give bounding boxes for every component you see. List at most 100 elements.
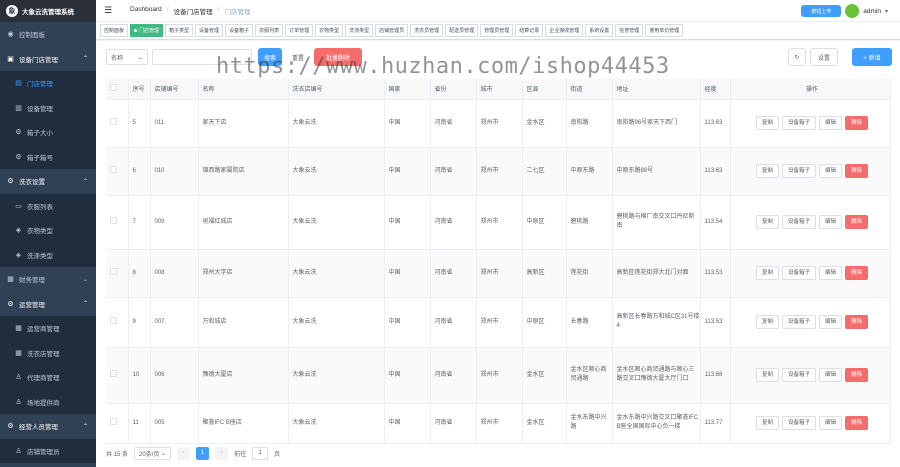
next-page-icon[interactable]: › xyxy=(215,446,229,460)
edit-button[interactable]: 编辑 xyxy=(819,315,843,329)
sidebar-item[interactable]: ▭ 衣服列表 xyxy=(0,193,96,218)
sidebar-item[interactable]: ▥ 设备管理 xyxy=(0,95,96,120)
delete-button[interactable]: 删除 xyxy=(845,315,869,329)
row-select-cell[interactable] xyxy=(106,99,129,148)
reset-button[interactable]: 重置 xyxy=(286,48,310,66)
sidebar-item[interactable]: ◉ 控制面板 xyxy=(0,22,96,47)
search-input[interactable] xyxy=(152,49,252,65)
edit-button[interactable]: 编辑 xyxy=(819,266,843,280)
tag[interactable]: 管理员管理 xyxy=(480,24,514,37)
row-select-cell[interactable] xyxy=(106,249,129,298)
tag[interactable]: 系统设置 xyxy=(585,24,614,37)
goto-page-input[interactable]: 1 xyxy=(252,446,269,460)
tag[interactable]: 结算记录 xyxy=(515,24,544,37)
delete-button[interactable]: 删除 xyxy=(845,368,869,382)
row-checkbox[interactable] xyxy=(110,117,117,125)
sidebar-item[interactable]: ▤ 门店管理 xyxy=(0,71,96,96)
refresh-icon[interactable]: ↻ xyxy=(788,48,806,66)
tag[interactable]: 企业接收管理 xyxy=(545,24,584,37)
sidebar-item[interactable]: ♙ 场地提供商 xyxy=(0,389,96,414)
page-number-current[interactable]: 1 xyxy=(196,446,210,460)
row-checkbox[interactable] xyxy=(110,369,117,377)
edit-button[interactable]: 编辑 xyxy=(819,368,843,382)
delete-button[interactable]: 删除 xyxy=(845,215,869,229)
copy-button[interactable]: 复制 xyxy=(755,416,779,430)
tag[interactable]: 配送员管理 xyxy=(445,24,479,37)
select-all-checkbox[interactable] xyxy=(110,84,117,92)
tag[interactable]: 设备管理 xyxy=(195,24,224,37)
sidebar-item[interactable]: ▦ 洗衣店管理 xyxy=(0,340,96,365)
sidebar-item[interactable]: ♙ 店铺管理员 xyxy=(0,438,96,463)
tag[interactable]: 洗衣员管理 xyxy=(410,24,444,37)
sidebar-item[interactable]: ⚙ 洗衣设置 ⌃ xyxy=(0,169,96,194)
copy-button[interactable]: 复制 xyxy=(755,164,779,178)
batch-delete-button[interactable]: 批量删除 xyxy=(314,48,362,66)
row-select-cell[interactable] xyxy=(106,147,129,196)
edit-button[interactable]: 编辑 xyxy=(819,416,843,430)
sidebar-item[interactable]: ♙ 代理商管理 xyxy=(0,365,96,390)
sidebar-item[interactable]: ◈ 洗涤类型 xyxy=(0,242,96,267)
sidebar-item[interactable]: ◈ 衣物类型 xyxy=(0,218,96,243)
sidebar-item[interactable]: ▦ 运营商管理 xyxy=(0,316,96,341)
tag[interactable]: 店铺管理员 xyxy=(375,24,409,37)
device-box-button[interactable]: 设备箱子 xyxy=(781,315,816,329)
row-checkbox[interactable] xyxy=(110,316,117,324)
upload-badge[interactable]: 按钮上传 xyxy=(801,5,842,17)
tag-active[interactable]: 门店管理 xyxy=(130,24,164,37)
tag[interactable]: 订单管理 xyxy=(285,24,314,37)
device-box-button[interactable]: 设备箱子 xyxy=(781,215,816,229)
tag[interactable]: 箱子类型 xyxy=(165,24,194,37)
sidebar-item[interactable]: ▣ 设备门店管理 ⌃ xyxy=(0,47,96,72)
device-box-button[interactable]: 设备箱子 xyxy=(781,116,816,130)
delete-button[interactable]: 删除 xyxy=(845,266,869,280)
row-select-cell[interactable] xyxy=(106,195,129,250)
tag[interactable]: 设备箱子 xyxy=(225,24,254,37)
row-select-cell[interactable] xyxy=(106,297,129,348)
copy-button[interactable]: 复制 xyxy=(755,215,779,229)
hamburger-icon[interactable]: ☰ xyxy=(104,5,118,16)
settings-button[interactable]: 设置 xyxy=(810,48,838,66)
tag[interactable]: 信誉管理 xyxy=(615,24,644,37)
device-box-button[interactable]: 设备箱子 xyxy=(781,266,816,280)
sidebar-item[interactable]: ⚙ 经营人员管理 ⌃ xyxy=(0,414,96,439)
device-box-button[interactable]: 设备箱子 xyxy=(781,368,816,382)
search-field-select[interactable]: 名称 ⌄ xyxy=(106,49,148,65)
row-checkbox[interactable] xyxy=(110,417,117,425)
tag[interactable]: 控制面板 xyxy=(100,24,129,37)
row-select-cell[interactable] xyxy=(106,403,129,444)
sidebar-item[interactable]: ⚙ 箱子大小 xyxy=(0,120,96,145)
username[interactable]: admin xyxy=(863,8,881,15)
delete-button[interactable]: 删除 xyxy=(845,116,869,130)
avatar[interactable] xyxy=(845,4,860,18)
prev-page-icon[interactable]: ‹ xyxy=(177,446,191,460)
breadcrumb-item[interactable]: Dashboard xyxy=(130,6,162,16)
delete-button[interactable]: 删除 xyxy=(845,416,869,430)
sidebar-item[interactable]: ▦ 财务管理 ⌄ xyxy=(0,267,96,292)
edit-button[interactable]: 编辑 xyxy=(819,116,843,130)
chevron-down-icon[interactable]: ▾ xyxy=(885,8,888,15)
row-select-cell[interactable] xyxy=(106,347,129,404)
device-box-button[interactable]: 设备箱子 xyxy=(781,416,816,430)
row-checkbox[interactable] xyxy=(110,165,117,173)
tag[interactable]: 衣服列表 xyxy=(255,24,284,37)
device-box-button[interactable]: 设备箱子 xyxy=(781,164,816,178)
page-size-select[interactable]: 20条/页 ⌄ xyxy=(134,446,172,460)
sidebar-item[interactable]: ⚙ 箱子箱号 xyxy=(0,144,96,169)
edit-button[interactable]: 编辑 xyxy=(819,215,843,229)
row-checkbox[interactable] xyxy=(110,216,117,224)
delete-button[interactable]: 删除 xyxy=(845,164,869,178)
sidebar-item[interactable]: ⚙ 运营管理 ⌃ xyxy=(0,292,96,317)
copy-button[interactable]: 复制 xyxy=(755,315,779,329)
tag[interactable]: 使用单价管理 xyxy=(645,24,684,37)
copy-button[interactable]: 复制 xyxy=(755,116,779,130)
tag[interactable]: 衣物类型 xyxy=(315,24,344,37)
add-button[interactable]: + 新增 xyxy=(852,48,892,66)
select-all-header[interactable] xyxy=(106,79,129,100)
copy-button[interactable]: 复制 xyxy=(755,368,779,382)
copy-button[interactable]: 复制 xyxy=(755,266,779,280)
cell-idx: 7 xyxy=(128,195,151,250)
search-button[interactable]: 搜索 xyxy=(258,48,282,66)
edit-button[interactable]: 编辑 xyxy=(819,164,843,178)
row-checkbox[interactable] xyxy=(110,267,117,275)
tag[interactable]: 洗涤类型 xyxy=(345,24,374,37)
